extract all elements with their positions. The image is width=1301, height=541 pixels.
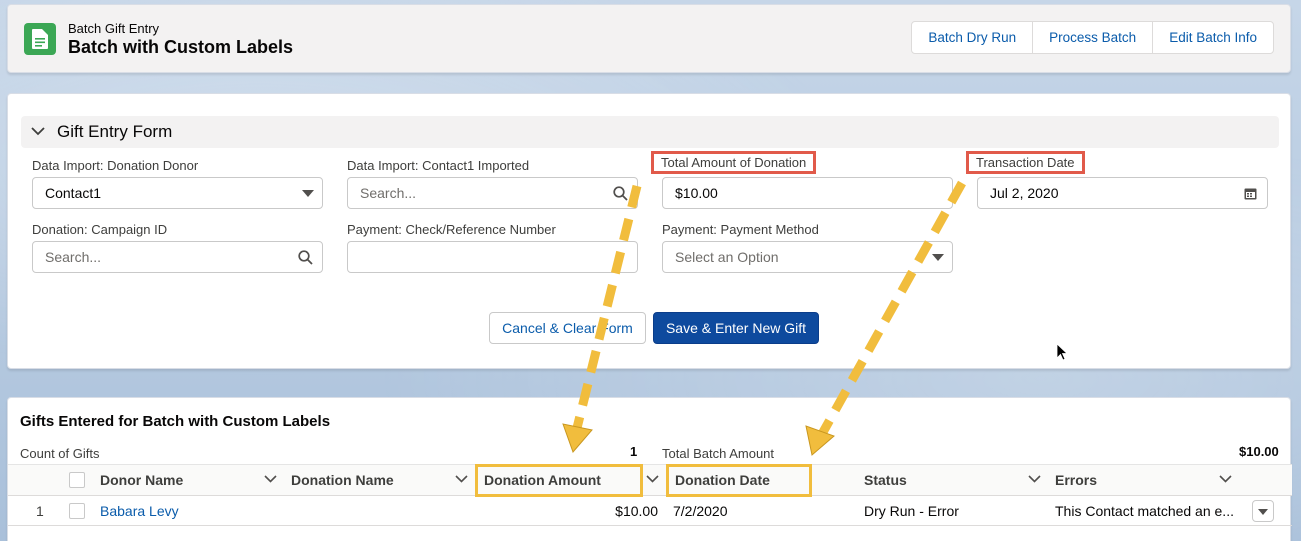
- column-donation-name[interactable]: Donation Name: [291, 465, 394, 496]
- process-batch-button[interactable]: Process Batch: [1033, 22, 1154, 53]
- column-errors[interactable]: Errors: [1055, 465, 1097, 496]
- column-donation-date[interactable]: Donation Date: [666, 464, 812, 497]
- search-icon: [613, 186, 628, 201]
- transaction-date-value: Jul 2, 2020: [990, 185, 1059, 201]
- donor-select[interactable]: Contact1: [32, 177, 323, 209]
- total-batch-amount-value: $10.00: [1239, 444, 1279, 459]
- transaction-date-input[interactable]: Jul 2, 2020: [977, 177, 1268, 209]
- payment-method-placeholder: Select an Option: [675, 249, 779, 265]
- dropdown-arrow-icon: [932, 254, 944, 261]
- amount-value: $10.00: [675, 185, 718, 201]
- edit-batch-info-button[interactable]: Edit Batch Info: [1153, 22, 1273, 53]
- donor-name-link[interactable]: Babara Levy: [100, 496, 179, 526]
- cancel-clear-form-button[interactable]: Cancel & Clear Form: [489, 312, 646, 344]
- check-number-input[interactable]: [347, 241, 638, 273]
- calendar-icon: [1244, 188, 1257, 200]
- contact-search-input[interactable]: Search...: [347, 177, 638, 209]
- total-batch-amount-label: Total Batch Amount: [662, 446, 775, 461]
- dropdown-arrow-icon: [1258, 509, 1268, 515]
- gift-entry-form-section-header[interactable]: Gift Entry Form: [21, 116, 1279, 148]
- chevron-down-icon[interactable]: [1028, 475, 1041, 483]
- chevron-down-icon[interactable]: [1219, 475, 1232, 483]
- page-subtitle: Batch Gift Entry: [68, 21, 160, 36]
- donor-value: Contact1: [45, 185, 102, 201]
- select-all-checkbox[interactable]: [69, 472, 85, 488]
- chevron-down-icon: [31, 127, 45, 136]
- column-donation-amount[interactable]: Donation Amount: [475, 464, 643, 497]
- search-icon: [298, 250, 313, 265]
- donor-label: Data Import: Donation Donor: [32, 158, 199, 173]
- header-button-group: Batch Dry Run Process Batch Edit Batch I…: [911, 21, 1274, 54]
- page-title: Batch with Custom Labels: [68, 37, 294, 57]
- donation-amount-cell: $10.00: [615, 503, 658, 519]
- chevron-down-icon[interactable]: [646, 475, 659, 483]
- column-donor-name[interactable]: Donor Name: [100, 465, 183, 496]
- count-of-gifts-value: 1: [630, 444, 638, 459]
- payment-method-select[interactable]: Select an Option: [662, 241, 953, 273]
- amount-input[interactable]: $10.00: [662, 177, 953, 209]
- campaign-label: Donation: Campaign ID: [32, 222, 168, 237]
- save-enter-new-gift-button[interactable]: Save & Enter New Gift: [653, 312, 819, 344]
- count-of-gifts-label: Count of Gifts: [20, 446, 100, 461]
- amount-label: Total Amount of Donation: [651, 151, 817, 174]
- table-row: 1 Babara Levy $10.00 7/2/2020 Dry Run - …: [8, 496, 1292, 526]
- check-number-label: Payment: Check/Reference Number: [347, 222, 556, 237]
- section-title: Gift Entry Form: [57, 122, 173, 141]
- row-number: 1: [36, 503, 44, 519]
- payment-method-label: Payment: Payment Method: [662, 222, 819, 237]
- campaign-search-placeholder: Search...: [45, 249, 102, 265]
- status-cell: Dry Run - Error: [864, 503, 959, 519]
- document-icon: [24, 23, 56, 55]
- table-header: Donor Name Donation Name Donation Amount…: [8, 464, 1292, 497]
- batch-dry-run-button[interactable]: Batch Dry Run: [912, 22, 1034, 53]
- column-status[interactable]: Status: [864, 465, 907, 496]
- gift-entry-form-card: Gift Entry Form Data Import: Donation Do…: [7, 93, 1291, 369]
- gifts-title: Gifts Entered for Batch with Custom Labe…: [20, 413, 331, 430]
- transaction-date-label: Transaction Date: [966, 151, 1085, 174]
- row-checkbox[interactable]: [69, 503, 85, 519]
- contact-label: Data Import: Contact1 Imported: [347, 158, 530, 173]
- dropdown-arrow-icon: [302, 190, 314, 197]
- chevron-down-icon[interactable]: [264, 475, 277, 483]
- donation-date-cell: 7/2/2020: [673, 503, 728, 519]
- campaign-search-input[interactable]: Search...: [32, 241, 323, 273]
- page-header: Batch Gift Entry Batch with Custom Label…: [7, 4, 1291, 73]
- gifts-entered-card: Gifts Entered for Batch with Custom Labe…: [7, 397, 1292, 541]
- errors-cell: This Contact matched an e...: [1055, 503, 1234, 519]
- contact-search-placeholder: Search...: [360, 185, 417, 201]
- row-actions-menu[interactable]: [1252, 500, 1274, 522]
- chevron-down-icon[interactable]: [455, 475, 468, 483]
